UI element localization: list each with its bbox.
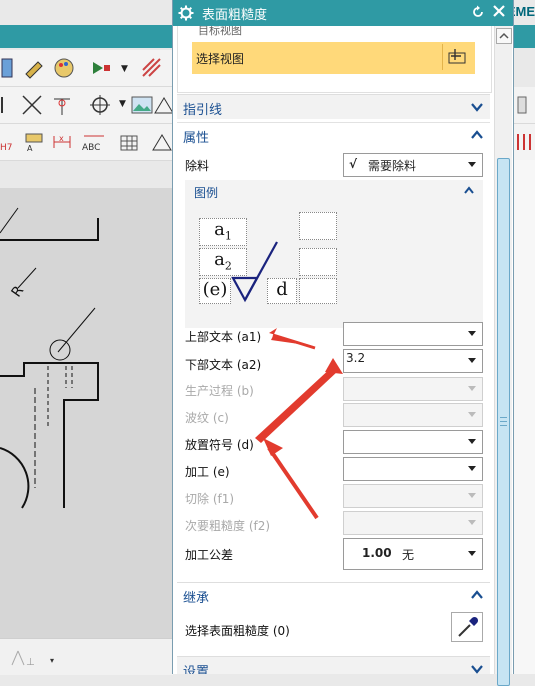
surface-roughness-dialog: 表面粗糙度 目标视图 选择视图 指引线 属性 除料 √ 需要除料 图例 a1 a… [172,0,514,686]
scroll-thumb[interactable] [497,158,510,686]
svg-text:A: A [27,144,33,153]
dialog-titlebar: 表面粗糙度 [173,0,513,26]
chevron-up-icon [499,32,509,39]
dropdown-arrow-icon[interactable]: ▼ [119,99,126,109]
bottom-toolbar: ⊥ ▾ [0,638,173,675]
svg-text:H7: H7 [0,143,13,153]
dialog-scrollbar[interactable] [494,26,512,686]
scroll-grip [500,425,507,426]
scroll-grip [500,421,507,422]
close-icon[interactable] [491,3,507,19]
dimension-x-icon[interactable]: x [50,130,74,154]
dropdown-arrow-icon[interactable]: ▼ [121,64,128,74]
scroll-up-button[interactable] [496,28,512,44]
view-arrow-icon[interactable] [90,56,114,80]
tool-icon[interactable] [512,130,535,154]
svg-text:▾: ▾ [50,656,54,665]
tool-icon[interactable] [512,93,535,117]
svg-text:ABC: ABC [82,143,100,153]
hatch-icon[interactable] [140,56,164,80]
datum-icon[interactable]: A [22,130,46,154]
table-icon[interactable] [118,130,142,154]
abc-text-icon[interactable]: ABC [82,130,106,154]
palette-icon[interactable] [52,56,76,80]
toolbar-row-2: ▼ [0,87,175,124]
dialog-title: 表面粗糙度 [202,8,268,23]
drawing-canvas[interactable]: R [0,188,173,638]
annotation-arrows [255,328,343,520]
pencil-icon[interactable] [22,56,46,80]
drawing-geometry: R [0,207,99,509]
image-icon[interactable] [130,93,154,117]
crosshair-icon[interactable] [88,93,112,117]
reset-icon[interactable] [471,5,485,19]
dialog-content: 目标视图 选择视图 指引线 属性 除料 √ 需要除料 图例 a1 a2 (e) … [173,26,494,674]
svg-text:R: R [8,283,27,300]
toolbar-row-3: H7 A x ABC [0,124,175,161]
scroll-grip [500,417,507,418]
toolbar-row-1: ▼ [0,50,175,87]
svg-text:x: x [59,134,64,143]
cross-icon[interactable] [20,93,44,117]
svg-text:⊥: ⊥ [26,657,35,668]
triangle-icon[interactable] [150,130,174,154]
gear-icon[interactable] [178,5,194,21]
intersection-icon[interactable] [50,93,74,117]
sheet-icon[interactable] [0,56,24,80]
fit-tolerance-icon[interactable]: H7 [0,130,24,154]
surface-finish-tool-icon[interactable]: ⊥ ▾ [8,647,58,669]
